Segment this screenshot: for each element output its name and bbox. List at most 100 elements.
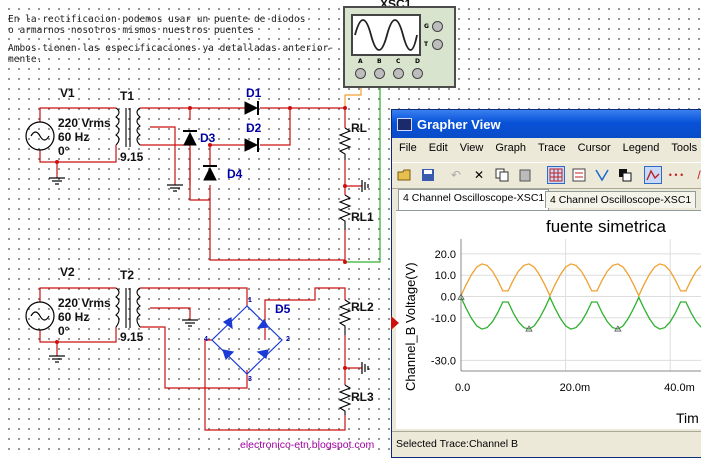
menu-file[interactable]: File [392, 140, 422, 158]
scope-channel-d-label: D [415, 58, 420, 65]
diode-d4-icon [203, 165, 217, 181]
x-tick-label: 40.0m [664, 382, 695, 394]
scope-screen [351, 14, 421, 56]
scope-channel-a-label: A [358, 58, 363, 65]
overlay-icon[interactable] [616, 166, 634, 184]
cursor-icon[interactable] [593, 166, 611, 184]
bridge-pin-4: 4 [204, 336, 208, 343]
diode-d2-label: D2 [246, 121, 262, 135]
transformer-t1-icon [115, 107, 141, 147]
note-line-4: mente. [8, 54, 43, 65]
series-line-channel-b [460, 295, 701, 330]
x-tick-label: 20.0m [560, 382, 591, 394]
source-v2-voltage: 220 Vrms [58, 296, 111, 310]
scope-jack-c[interactable] [393, 68, 404, 79]
transformer-t1-name: T1 [120, 89, 135, 103]
menu-edit[interactable]: Edit [422, 140, 453, 158]
open-icon[interactable] [396, 166, 414, 184]
menu-view[interactable]: View [453, 140, 489, 158]
diode-d3-icon [183, 130, 197, 146]
copy-icon[interactable] [493, 166, 511, 184]
menu-cursor[interactable]: Cursor [571, 140, 616, 158]
source-v2-freq: 60 Hz [58, 310, 90, 324]
dot-trace-icon[interactable]: • • • [667, 166, 685, 184]
note-line-2: o armarnos nosotros mismos nuestros puen… [8, 25, 254, 36]
resistor-rl2-label: RL2 [351, 300, 374, 314]
menu-trace[interactable]: Trace [531, 140, 571, 158]
note-line-1: En la rectificacion podemos usar un puen… [8, 14, 306, 25]
menu-legend[interactable]: Legend [616, 140, 665, 158]
save-icon[interactable] [419, 166, 437, 184]
series-line-channel-a [460, 263, 701, 298]
y-axis-label: Channel_B Voltage(V) [403, 262, 418, 391]
wire-center [150, 126, 176, 185]
junction-dots [55, 106, 347, 370]
scope-wave-icon [354, 19, 418, 51]
grapher-tab-bar: 4 Channel Oscilloscope-XSC1 4 Channel Os… [392, 189, 701, 210]
wire-v2-bottom [39, 327, 117, 343]
grapher-toolbar: ↶ ✕ • • • / [392, 162, 701, 189]
wire-center2 [150, 307, 191, 320]
x-axis-label: Tim [676, 410, 699, 426]
bridge-pin-1: 1 [248, 297, 252, 304]
grapher-title: Grapher View [417, 117, 501, 132]
source-v1-phase: 0° [58, 144, 70, 158]
source-v2-phase: 0° [58, 324, 70, 338]
wire-sec2-top [140, 287, 248, 306]
grid-icon[interactable] [547, 166, 565, 184]
chart-svg: fuente simetrica 20.0 10.0 0.0 -10.0 -30.0 0.0… [403, 217, 701, 426]
legend-icon[interactable] [570, 166, 588, 184]
bridge-pin-3: 3 [248, 376, 252, 383]
oscilloscope-xsc1[interactable]: A B C D G T [343, 6, 456, 88]
source-v1-voltage: 220 Vrms [58, 116, 111, 130]
transformer-t2-icon [115, 287, 141, 328]
scope-jack-a[interactable] [355, 68, 366, 79]
plot-area[interactable]: fuente simetrica 20.0 10.0 0.0 -10.0 -30.0 0.0… [396, 210, 701, 429]
undo-icon[interactable]: ↶ [447, 166, 465, 184]
diode-d4-label: D4 [227, 167, 243, 181]
cut-icon[interactable]: ✕ [470, 166, 488, 184]
watermark-text: electronico-etn.blogspot.com [240, 439, 375, 451]
transformer-t2-name: T2 [120, 268, 135, 282]
ac-source-v2-icon [25, 301, 55, 331]
y-tick-label: -30.0 [431, 355, 456, 367]
bridge-d5-label: D5 [275, 302, 291, 316]
tab-scope-2[interactable]: 4 Channel Oscilloscope-XSC1 [545, 191, 697, 208]
scope-jack-g[interactable] [432, 21, 443, 32]
selected-trace-marker-icon [391, 316, 399, 330]
wire-d1-out [260, 107, 346, 128]
scope-channel-c-label: C [396, 58, 401, 65]
diode-d1-label: D1 [246, 86, 262, 100]
resistor-rl-label: RL [351, 121, 367, 135]
wire-scope-b [345, 80, 381, 263]
wire-v1-bottom [39, 145, 117, 163]
resistor-rl3-label: RL3 [351, 390, 374, 404]
grapher-window[interactable]: Grapher View File Edit View Graph Trace … [391, 109, 701, 458]
scope-jack-d[interactable] [412, 68, 423, 79]
more-icon[interactable]: / [690, 166, 701, 184]
y-tick-label: 10.0 [435, 270, 456, 282]
scope-channel-b-label: B [377, 58, 382, 65]
line-trace-icon[interactable] [644, 166, 662, 184]
status-bar: Selected Trace:Channel B [392, 431, 701, 453]
diode-d3-label: D3 [200, 131, 216, 145]
diode-d2-icon [244, 138, 259, 152]
y-tick-label: 0.0 [441, 291, 456, 303]
bridge-d5-icon [211, 305, 283, 375]
ac-source-v1-icon [25, 121, 55, 151]
transformer-t2-ratio: 9.15 [120, 330, 144, 344]
source-v1-freq: 60 Hz [58, 130, 90, 144]
scope-jack-b[interactable] [374, 68, 385, 79]
scope-g-label: G [424, 23, 429, 30]
scope-jack-t[interactable] [432, 39, 443, 50]
menu-tools[interactable]: Tools [664, 140, 701, 158]
transformer-t1-ratio: 9.15 [120, 150, 144, 164]
tab-scope-1[interactable]: 4 Channel Oscilloscope-XSC1 [398, 189, 550, 210]
y-tick-label: 20.0 [435, 249, 456, 261]
x-tick-label: 0.0 [455, 382, 470, 394]
grapher-title-bar[interactable]: Grapher View [392, 110, 701, 138]
paste-icon[interactable] [516, 166, 534, 184]
scope-t-label: T [424, 41, 429, 48]
menu-graph[interactable]: Graph [488, 140, 531, 158]
bridge-pin-2: 2 [286, 336, 290, 343]
